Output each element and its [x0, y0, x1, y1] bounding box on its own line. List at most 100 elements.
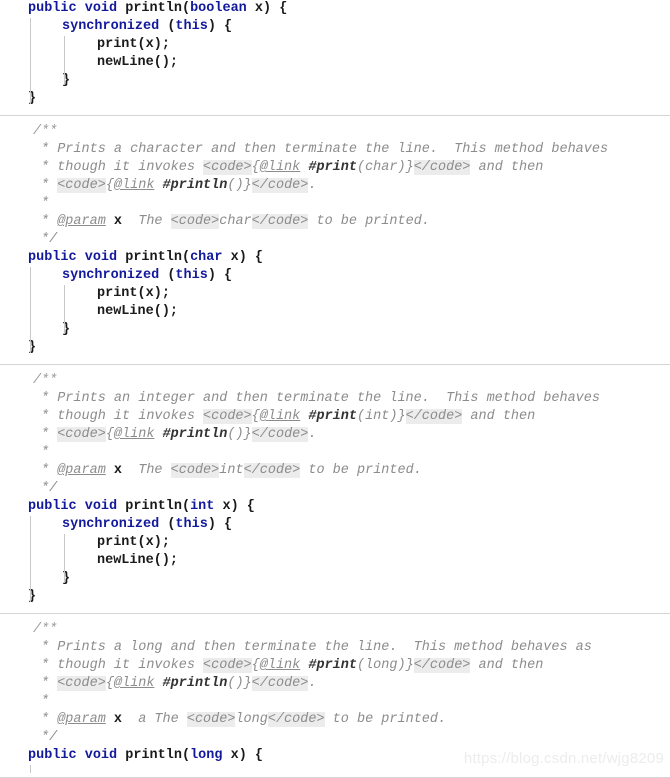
code-token: </code>	[251, 427, 309, 442]
block-gap	[0, 365, 670, 372]
code-token: and then	[470, 160, 544, 175]
block-gap	[0, 606, 670, 613]
code-token: <code>	[203, 658, 252, 673]
code-token: </code>	[413, 658, 471, 673]
code-token: <code>	[170, 214, 220, 229]
code-token: {	[251, 160, 260, 175]
code-token: .	[308, 178, 317, 193]
code-line: newLine();	[0, 54, 670, 72]
javadoc-line: */	[0, 231, 670, 249]
code-line: print(x);	[0, 285, 670, 303]
code-line: synchronized (this) {	[0, 516, 670, 534]
code-token: @link	[259, 409, 301, 424]
code-token: newLine	[97, 304, 154, 319]
code-line: print(x);	[0, 534, 670, 552]
code-token: x	[145, 535, 154, 550]
code-token: *	[41, 463, 58, 478]
code-token: synchronized	[62, 517, 160, 532]
code-token: <code>	[57, 427, 106, 442]
code-token: @param	[57, 712, 106, 727]
code-token: to be printed.	[308, 214, 430, 229]
code-token: @link	[113, 178, 155, 193]
javadoc-line: * <code>{@link #println()}</code>.	[0, 675, 670, 693]
code-token: println	[125, 499, 182, 514]
code-token: ) {	[238, 250, 263, 265]
code-token: ()}	[227, 178, 252, 193]
code-token: synchronized	[62, 19, 160, 34]
javadoc-line: * Prints a character and then terminate …	[0, 141, 670, 159]
code-token: public	[28, 1, 77, 16]
code-line: }	[0, 588, 670, 606]
javadoc-line: * <code>{@link #println()}</code>.	[0, 426, 670, 444]
code-token: </code>	[267, 712, 325, 727]
code-token: char	[190, 250, 223, 265]
code-token: long	[235, 712, 268, 727]
code-token: println	[125, 1, 182, 16]
code-token: x	[113, 463, 123, 478]
code-token: <code>	[170, 463, 220, 478]
javadoc-line: *	[0, 195, 670, 213]
javadoc-line: */	[0, 729, 670, 747]
code-token: this	[175, 517, 208, 532]
code-line: print(x);	[0, 36, 670, 54]
code-token: (	[159, 19, 176, 34]
code-token: (	[181, 499, 191, 514]
code-line: }	[0, 72, 670, 90]
code-line: public void println(long x) {	[0, 747, 670, 765]
javadoc-line: *	[0, 693, 670, 711]
code-token: ) {	[263, 1, 288, 16]
code-token: The	[122, 463, 171, 478]
code-token: </code>	[243, 463, 301, 478]
code-token: x	[254, 1, 263, 16]
code-token: newLine	[97, 55, 154, 70]
block-gap	[0, 357, 670, 364]
code-token: * though it invokes	[41, 409, 204, 424]
indent-guide	[64, 534, 65, 582]
code-token: </code>	[251, 676, 309, 691]
code-token: newLine	[97, 553, 154, 568]
indent-guide	[64, 36, 65, 84]
code-token: .	[308, 676, 317, 691]
code-token: int	[219, 463, 244, 478]
code-token: );	[153, 37, 170, 52]
javadoc-line: /**	[0, 123, 670, 141]
code-listing[interactable]: public void println(boolean x) {synchron…	[0, 0, 670, 773]
code-viewport[interactable]: public void println(boolean x) {synchron…	[0, 0, 670, 778]
code-token: (char)}	[356, 160, 414, 175]
code-token: public	[28, 499, 77, 514]
code-token: ();	[153, 304, 179, 319]
javadoc-line: * though it invokes <code>{@link #print(…	[0, 657, 670, 675]
code-token: *	[41, 427, 58, 442]
javadoc-line: * @param x The <code>int</code> to be pr…	[0, 462, 670, 480]
code-block-println-int: /** * Prints an integer and then terminat…	[0, 372, 670, 606]
code-token: x	[145, 37, 154, 52]
code-token: ) {	[207, 268, 233, 283]
code-token: <code>	[186, 712, 236, 727]
code-token: @param	[57, 214, 106, 229]
javadoc-line: * @param x The <code>char</code> to be p…	[0, 213, 670, 231]
code-token: #println	[162, 178, 228, 193]
code-token: );	[153, 286, 170, 301]
code-token: print	[97, 286, 138, 301]
code-token: <code>	[203, 409, 252, 424]
code-token: (	[181, 250, 191, 265]
code-token: (	[159, 268, 176, 283]
javadoc-line: /**	[0, 372, 670, 390]
code-token: *	[41, 445, 50, 460]
code-token: *	[41, 214, 58, 229]
code-token: print	[97, 37, 138, 52]
code-token: ) {	[207, 517, 233, 532]
code-token: @link	[259, 658, 301, 673]
code-line: }	[0, 321, 670, 339]
code-token: to be printed.	[300, 463, 422, 478]
code-token: (	[137, 286, 146, 301]
code-token: */	[41, 232, 58, 247]
block-gap	[0, 108, 670, 115]
